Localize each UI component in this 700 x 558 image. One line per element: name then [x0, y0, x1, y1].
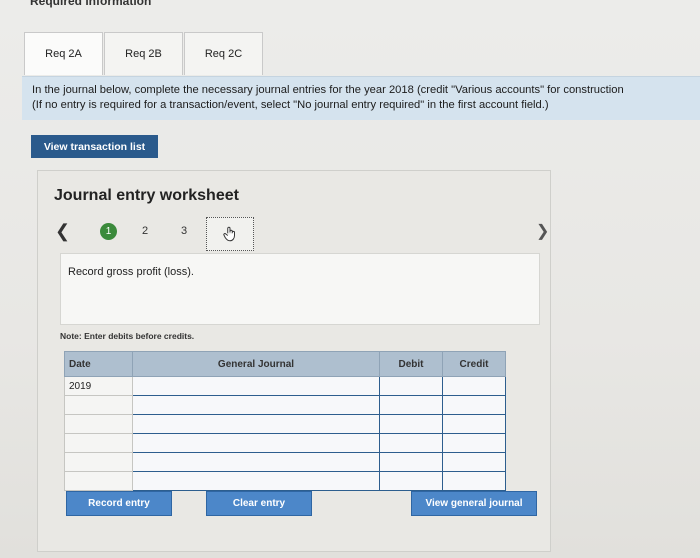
- account-field[interactable]: [132, 395, 380, 415]
- account-field[interactable]: [132, 471, 380, 491]
- date-cell[interactable]: [64, 395, 133, 415]
- table-row: [64, 414, 506, 434]
- credit-field[interactable]: [442, 471, 506, 491]
- clear-entry-button[interactable]: Clear entry: [206, 491, 312, 516]
- journal-entry-worksheet: Journal entry worksheet ❮ 1 2 3 ❯ Record…: [37, 170, 551, 552]
- view-transaction-list-button[interactable]: View transaction list: [31, 135, 158, 158]
- worksheet-title: Journal entry worksheet: [54, 187, 239, 204]
- step-2-button[interactable]: 2: [142, 225, 148, 237]
- debit-field[interactable]: [379, 471, 443, 491]
- table-row: [64, 452, 506, 472]
- header-credit: Credit: [442, 351, 506, 377]
- tab-req-2a[interactable]: Req 2A: [24, 32, 103, 75]
- credit-field[interactable]: [442, 433, 506, 453]
- chevron-left-icon[interactable]: ❮: [55, 221, 70, 242]
- instructions-line-2: (If no entry is required for a transacti…: [32, 99, 549, 111]
- date-cell[interactable]: [64, 452, 133, 472]
- header-date: Date: [64, 351, 133, 377]
- instructions-line-1: In the journal below, complete the neces…: [32, 84, 624, 96]
- note-label: Note:: [60, 331, 82, 341]
- date-cell[interactable]: [64, 471, 133, 491]
- worksheet-actions: Record entry Clear entry View general jo…: [38, 491, 550, 517]
- debit-field[interactable]: [379, 452, 443, 472]
- header-general-journal: General Journal: [132, 351, 380, 377]
- date-cell[interactable]: 2019: [64, 376, 133, 396]
- chevron-right-icon[interactable]: ❯: [536, 221, 549, 241]
- date-cell[interactable]: [64, 414, 133, 434]
- account-field[interactable]: [132, 414, 380, 434]
- step-1-button[interactable]: 1: [100, 223, 117, 240]
- requirement-tabs: Req 2A Req 2B Req 2C: [24, 32, 264, 75]
- worksheet-step-nav: ❮ 1 2 3 ❯: [38, 217, 550, 251]
- credit-field[interactable]: [442, 376, 506, 396]
- table-row: [64, 433, 506, 453]
- hand-pointer-icon: [223, 226, 235, 242]
- debit-field[interactable]: [379, 414, 443, 434]
- table-row: 2019: [64, 376, 506, 396]
- entry-note: Note: Enter debits before credits.: [60, 331, 194, 341]
- debit-field[interactable]: [379, 433, 443, 453]
- debit-field[interactable]: [379, 376, 443, 396]
- journal-table: Date General Journal Debit Credit 2019: [64, 351, 506, 491]
- entry-description-box: Record gross profit (loss).: [60, 253, 540, 325]
- note-text: Enter debits before credits.: [84, 331, 195, 341]
- credit-field[interactable]: [442, 414, 506, 434]
- account-field[interactable]: [132, 433, 380, 453]
- table-row: [64, 395, 506, 415]
- step-4-button[interactable]: [206, 217, 254, 251]
- record-entry-button[interactable]: Record entry: [66, 491, 172, 516]
- tab-req-2c[interactable]: Req 2C: [184, 32, 263, 75]
- instructions-banner: In the journal below, complete the neces…: [22, 76, 700, 120]
- header-debit: Debit: [379, 351, 443, 377]
- credit-field[interactable]: [442, 452, 506, 472]
- account-field[interactable]: [132, 376, 380, 396]
- required-information-header: Required information: [30, 0, 152, 8]
- tab-req-2b[interactable]: Req 2B: [104, 32, 183, 75]
- debit-field[interactable]: [379, 395, 443, 415]
- credit-field[interactable]: [442, 395, 506, 415]
- step-3-button[interactable]: 3: [181, 225, 187, 237]
- table-row: [64, 471, 506, 491]
- view-general-journal-button[interactable]: View general journal: [411, 491, 537, 516]
- entry-description: Record gross profit (loss).: [68, 266, 194, 278]
- date-cell[interactable]: [64, 433, 133, 453]
- account-field[interactable]: [132, 452, 380, 472]
